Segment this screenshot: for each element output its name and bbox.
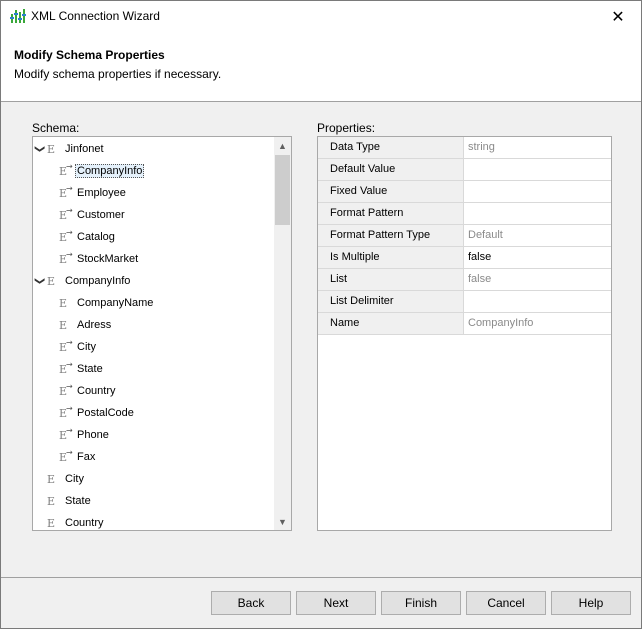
footer-divider [1,577,641,578]
property-row[interactable]: Format Pattern Type Default [318,225,611,247]
tree-scrollbar[interactable]: ▲ ▼ [274,137,291,530]
tree-node[interactable]: E → PostalCode [33,402,275,424]
wizard-header: Modify Schema Properties Modify schema p… [1,32,641,102]
next-button[interactable]: Next [296,591,376,615]
close-icon: ✕ [611,8,625,26]
tree-node[interactable]: E → City [33,336,275,358]
property-row[interactable]: List Delimiter [318,291,611,313]
element-icon: E [47,274,56,288]
tree-node-label: Phone [77,429,109,441]
tree-node-label: CompanyName [77,297,154,309]
tree-node[interactable]: E State [33,490,275,512]
scrollbar-thumb[interactable] [275,155,290,225]
property-row[interactable]: Format Pattern [318,203,611,225]
schema-tree[interactable]: ❯ E Jinfonet E → CompanyInfo E → Employee E → Custo… [32,136,292,531]
finish-button[interactable]: Finish [381,591,461,615]
back-button[interactable]: Back [211,591,291,615]
element-ref-icon: E → [59,403,73,420]
element-ref-icon: E → [59,227,73,244]
tree-node[interactable]: E → StockMarket [33,248,275,270]
tree-node[interactable]: E → Country [33,380,275,402]
element-ref-icon: E → [59,381,73,398]
property-row[interactable]: Fixed Value [318,181,611,203]
element-icon: E [59,296,68,310]
property-value: string [468,141,495,153]
tree-node[interactable]: ❯ E CompanyInfo [33,270,275,292]
tree-node-label: StockMarket [77,253,139,265]
scroll-up-icon[interactable]: ▲ [274,137,291,154]
property-name: List Delimiter [318,291,464,312]
tree-node-label: CompanyInfo [65,275,131,287]
tree-node[interactable]: E → Catalog [33,226,275,248]
property-value[interactable]: false [468,247,491,268]
tree-node-label: Country [77,385,116,397]
scroll-down-icon[interactable]: ▼ [274,513,291,530]
tree-node-label: Customer [77,209,125,221]
help-button[interactable]: Help [551,591,631,615]
property-value: false [468,273,492,285]
element-icon: E [47,472,56,486]
element-icon: E [59,318,68,332]
tree-node[interactable]: E → Employee [33,182,275,204]
property-name: Format Pattern Type [318,225,464,246]
tree-node-label: Jinfonet [65,143,104,155]
window-title: XML Connection Wizard [31,9,160,23]
property-name: Fixed Value [318,181,464,202]
element-icon: E [47,516,56,530]
tree-node-label: Catalog [77,231,115,243]
tree-node-label: Employee [77,187,126,199]
close-button[interactable]: ✕ [595,1,641,32]
element-ref-icon: E → [59,359,73,376]
property-value: CompanyInfo [468,317,534,329]
properties-label: Properties: [317,121,376,135]
element-icon: E [47,494,56,508]
tree-node[interactable]: E Adress [33,314,275,336]
tree-node[interactable]: E → Customer [33,204,275,226]
property-value: Default [468,229,503,241]
property-name: Format Pattern [318,203,464,224]
tree-node-label: Country [65,517,104,529]
tree-node-label: City [77,341,96,353]
wizard-window: XML Connection Wizard ✕ Modify Schema Pr… [0,0,642,629]
tree-node[interactable]: E City [33,468,275,490]
property-name: Data Type [318,137,464,158]
tree-node[interactable]: E → Fax [33,446,275,468]
tree-node[interactable]: ❯ E Jinfonet [33,138,275,160]
page-subtitle: Modify schema properties if necessary. [14,67,222,81]
property-name: Name [318,313,464,334]
property-row[interactable]: Default Value [318,159,611,181]
tree-node-label: City [65,473,84,485]
tree-node[interactable]: E CompanyName [33,292,275,314]
property-row[interactable]: Is Multiple false [318,247,611,269]
tree-node-label: CompanyInfo [75,164,145,178]
app-icon [10,8,26,24]
tree-node[interactable]: E → State [33,358,275,380]
element-icon: E [47,142,56,156]
properties-grid: Data Type string Default Value Fixed Value F… [317,136,612,531]
title-bar: XML Connection Wizard ✕ [1,1,641,32]
element-ref-icon: E → [59,205,73,222]
property-row[interactable]: Data Type string [318,137,611,159]
element-ref-icon: E → [59,183,73,200]
tree-node-label: Adress [77,319,112,331]
property-row[interactable]: List false [318,269,611,291]
tree-node[interactable]: E → CompanyInfo [33,160,275,182]
tree-node-label: State [65,495,91,507]
property-row[interactable]: Name CompanyInfo [318,313,611,335]
property-name: List [318,269,464,290]
element-ref-icon: E → [59,249,73,266]
tree-node[interactable]: E Country [33,512,275,530]
tree-node-label: PostalCode [77,407,134,419]
element-ref-icon: E → [59,337,73,354]
cancel-button[interactable]: Cancel [466,591,546,615]
property-name: Default Value [318,159,464,180]
tree-node-label: Fax [77,451,96,463]
tree-node-label: State [77,363,103,375]
tree-node[interactable]: E → Phone [33,424,275,446]
schema-label: Schema: [32,121,80,135]
property-name: Is Multiple [318,247,464,268]
element-ref-icon: E → [59,425,73,442]
page-title: Modify Schema Properties [14,48,165,62]
element-ref-icon: E → [59,447,73,464]
